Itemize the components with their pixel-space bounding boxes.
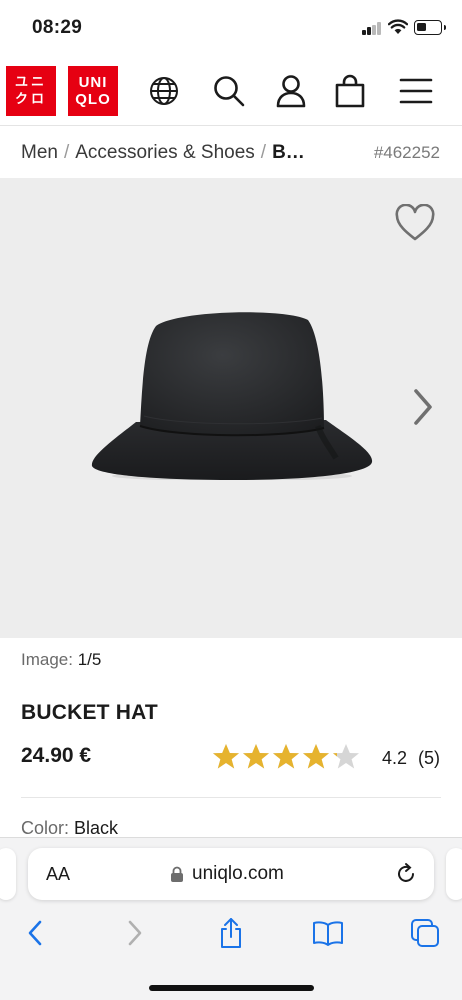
- rating-value: 4.2: [382, 748, 408, 768]
- product-code: #462252: [373, 143, 440, 162]
- star-icon: [213, 744, 239, 769]
- breadcrumb-item-current: B…: [272, 142, 305, 163]
- back-chevron-icon[interactable]: [18, 916, 52, 950]
- color-value: Black: [74, 818, 119, 838]
- star-icon: [303, 744, 329, 769]
- image-counter: Image: 1/5: [21, 650, 101, 670]
- next-image-chevron-icon[interactable]: [412, 388, 434, 431]
- next-tab-peek[interactable]: [446, 848, 462, 900]
- url-text: uniqlo.com: [192, 863, 284, 884]
- tabs-icon[interactable]: [408, 916, 442, 950]
- cellular-signal-icon: [362, 22, 382, 35]
- product-image-gallery[interactable]: [0, 178, 462, 638]
- star-icon: [273, 744, 299, 769]
- home-indicator: [149, 985, 314, 991]
- uniqlo-logo-katakana[interactable]: ユニ クロ: [6, 66, 56, 116]
- breadcrumb-separator: /: [63, 142, 70, 163]
- star-icon: [333, 744, 359, 769]
- battery-icon: [414, 20, 446, 35]
- favorite-heart-icon[interactable]: [394, 203, 436, 247]
- bookmarks-icon[interactable]: [311, 916, 345, 950]
- breadcrumb-separator: /: [260, 142, 267, 163]
- previous-tab-peek[interactable]: [0, 848, 16, 900]
- menu-icon[interactable]: [398, 73, 434, 109]
- product-price: 24.90 €: [21, 744, 92, 767]
- breadcrumb-item-men[interactable]: Men: [21, 142, 58, 163]
- browser-toolbar: AA uniqlo.com: [0, 837, 462, 1000]
- forward-chevron-icon[interactable]: [118, 916, 152, 950]
- address-bar[interactable]: AA uniqlo.com: [28, 848, 434, 900]
- share-icon[interactable]: [214, 916, 248, 950]
- color-label: Color:: [21, 818, 70, 838]
- logo-latin-row-1: UNI: [78, 74, 108, 91]
- breadcrumb: Men / Accessories & Shoes / B…: [21, 142, 351, 164]
- cart-icon[interactable]: [332, 73, 368, 109]
- lock-icon: [171, 866, 183, 882]
- star-icon: [243, 744, 269, 769]
- logo-latin-row-2: QLO: [75, 91, 111, 108]
- color-selector-label: Color: Black: [21, 818, 118, 838]
- account-icon[interactable]: [273, 73, 309, 109]
- image-counter-label: Image:: [21, 650, 73, 669]
- image-counter-value: 1/5: [77, 650, 102, 669]
- rating-stars[interactable]: [211, 742, 361, 772]
- review-count[interactable]: (5): [418, 748, 440, 769]
- uniqlo-logo[interactable]: UNI QLO: [68, 66, 118, 116]
- reload-icon[interactable]: [394, 862, 418, 886]
- product-title: BUCKET HAT: [21, 701, 158, 724]
- search-icon[interactable]: [211, 73, 247, 109]
- divider: [21, 797, 441, 798]
- status-bar: 08:29: [0, 0, 462, 56]
- breadcrumb-item-accessories[interactable]: Accessories & Shoes: [75, 142, 255, 163]
- text-size-button[interactable]: AA: [46, 864, 70, 885]
- logo-katakana-row-2: クロ: [14, 92, 47, 107]
- site-header: ユニ クロ UNI QLO: [0, 56, 462, 126]
- logo-katakana-row-1: ユニ: [14, 75, 47, 90]
- bucket-hat-image: [91, 312, 373, 480]
- globe-icon[interactable]: [146, 73, 182, 109]
- status-time: 08:29: [32, 17, 83, 38]
- wifi-icon: [388, 19, 408, 34]
